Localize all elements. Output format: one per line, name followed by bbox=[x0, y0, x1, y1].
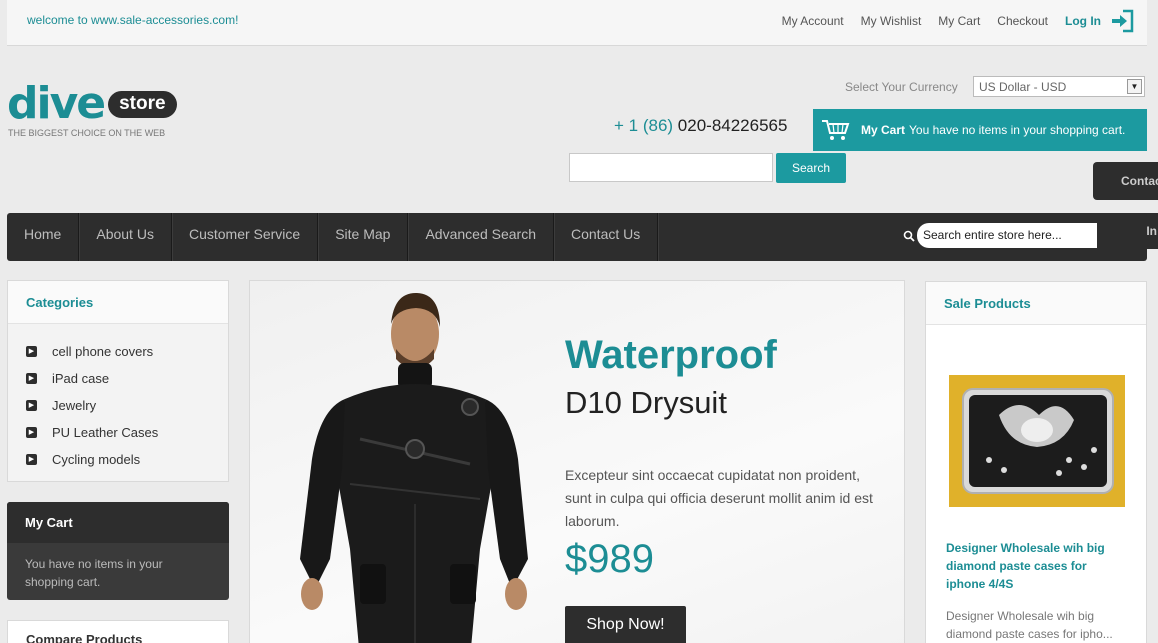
arrow-right-icon: ▶ bbox=[26, 400, 37, 411]
logo-store-badge: store bbox=[108, 90, 177, 118]
category-label[interactable]: Jewelry bbox=[52, 398, 96, 413]
header-cart[interactable]: My Cart You have no items in your shoppi… bbox=[813, 109, 1147, 151]
nav-advanced-search[interactable]: Advanced Search bbox=[408, 213, 554, 261]
category-item[interactable]: ▶ Jewelry bbox=[26, 392, 228, 419]
drysuit-model-image bbox=[300, 292, 528, 643]
sale-products-box: Sale Products Designer Wholesale wih big… bbox=[925, 281, 1147, 643]
categories-title: Categories bbox=[8, 281, 228, 324]
header-cart-label: My Cart bbox=[861, 123, 906, 137]
sidebar-cart-message: You have no items in your shopping cart. bbox=[25, 557, 163, 589]
sale-product-description: Designer Wholesale wih big diamond paste… bbox=[946, 609, 1113, 641]
store-logo[interactable]: dive store bbox=[7, 82, 177, 126]
category-item[interactable]: ▶ cell phone covers bbox=[26, 338, 228, 365]
nav-home[interactable]: Home bbox=[7, 213, 80, 261]
hero-banner: Waterproof D10 Drysuit Excepteur sint oc… bbox=[249, 280, 905, 643]
search-icon[interactable] bbox=[903, 230, 915, 242]
phone-number: + 1 (86) 020-84226565 bbox=[614, 116, 787, 136]
shopping-cart-icon bbox=[822, 120, 850, 140]
arrow-right-icon: ▶ bbox=[26, 346, 37, 357]
phone-digits: 020-84226565 bbox=[677, 116, 788, 135]
sidebar-cart: My Cart You have no items in your shoppi… bbox=[7, 502, 229, 600]
nav-about-us[interactable]: About Us bbox=[79, 213, 172, 261]
category-item[interactable]: ▶ Cycling models bbox=[26, 446, 228, 473]
category-item[interactable]: ▶ PU Leather Cases bbox=[26, 419, 228, 446]
my-account-link[interactable]: My Account bbox=[782, 14, 844, 28]
top-bar: welcome to www.sale-accessories.com! My … bbox=[7, 0, 1147, 46]
header-search-input[interactable] bbox=[569, 153, 773, 182]
compare-products-box: Compare Products bbox=[7, 620, 229, 643]
chevron-down-icon[interactable]: ▼ bbox=[1127, 79, 1142, 94]
arrow-right-icon: ▶ bbox=[26, 373, 37, 384]
category-label[interactable]: Cycling models bbox=[52, 452, 140, 467]
account-links: My Account My Wishlist My Cart Checkout … bbox=[765, 6, 1135, 36]
nav-contact-us[interactable]: Contact Us bbox=[554, 213, 659, 261]
banner-price: $989 bbox=[565, 537, 654, 581]
categories-list: ▶ cell phone covers ▶ iPad case ▶ Jewelry ▶… bbox=[8, 324, 228, 481]
sale-products-title: Sale Products bbox=[926, 282, 1146, 325]
header-cart-message: You have no items in your shopping cart. bbox=[909, 123, 1126, 137]
checkout-link[interactable]: Checkout bbox=[997, 14, 1048, 28]
category-item[interactable]: ▶ iPad case bbox=[26, 365, 228, 392]
banner-subtitle: D10 Drysuit bbox=[565, 385, 727, 420]
product-image[interactable] bbox=[949, 375, 1125, 507]
currency-selected-value: US Dollar - USD bbox=[979, 80, 1067, 94]
my-cart-link[interactable]: My Cart bbox=[938, 14, 980, 28]
currency-select[interactable]: US Dollar - USD ▼ bbox=[973, 76, 1145, 97]
sidebar-cart-title: My Cart bbox=[7, 502, 229, 543]
categories-box: Categories ▶ cell phone covers ▶ iPad case… bbox=[7, 280, 229, 482]
shop-now-button[interactable]: Shop Now! bbox=[565, 606, 686, 643]
logo-dive-text: dive bbox=[7, 78, 106, 129]
category-label[interactable]: iPad case bbox=[52, 371, 109, 386]
banner-description: Excepteur sint occaecat cupidatat non pr… bbox=[565, 467, 873, 529]
sale-product-name[interactable]: Designer Wholesale wih big diamond paste… bbox=[946, 539, 1126, 593]
category-label[interactable]: PU Leather Cases bbox=[52, 425, 158, 440]
login-link[interactable]: Log In bbox=[1065, 14, 1101, 28]
my-wishlist-link[interactable]: My Wishlist bbox=[861, 14, 922, 28]
header-search-button[interactable]: Search bbox=[776, 153, 846, 183]
store-search-input[interactable]: Search entire store here... bbox=[917, 223, 1097, 248]
currency-label: Select Your Currency bbox=[845, 80, 958, 94]
phone-prefix: + 1 (86) bbox=[614, 116, 674, 135]
banner-title: Waterproof bbox=[565, 333, 777, 377]
nav-site-map[interactable]: Site Map bbox=[318, 213, 409, 261]
contact-side-tab[interactable]: Contact bbox=[1093, 162, 1158, 200]
logo-tagline: THE BIGGEST CHOICE ON THE WEB bbox=[8, 128, 166, 138]
nav-customer-service[interactable]: Customer Service bbox=[172, 213, 319, 261]
compare-products-title: Compare Products bbox=[8, 621, 228, 643]
login-icon[interactable] bbox=[1109, 8, 1135, 34]
category-label[interactable]: cell phone covers bbox=[52, 344, 153, 359]
welcome-message: welcome to www.sale-accessories.com! bbox=[27, 13, 239, 27]
arrow-right-icon: ▶ bbox=[26, 454, 37, 465]
arrow-right-icon: ▶ bbox=[26, 427, 37, 438]
